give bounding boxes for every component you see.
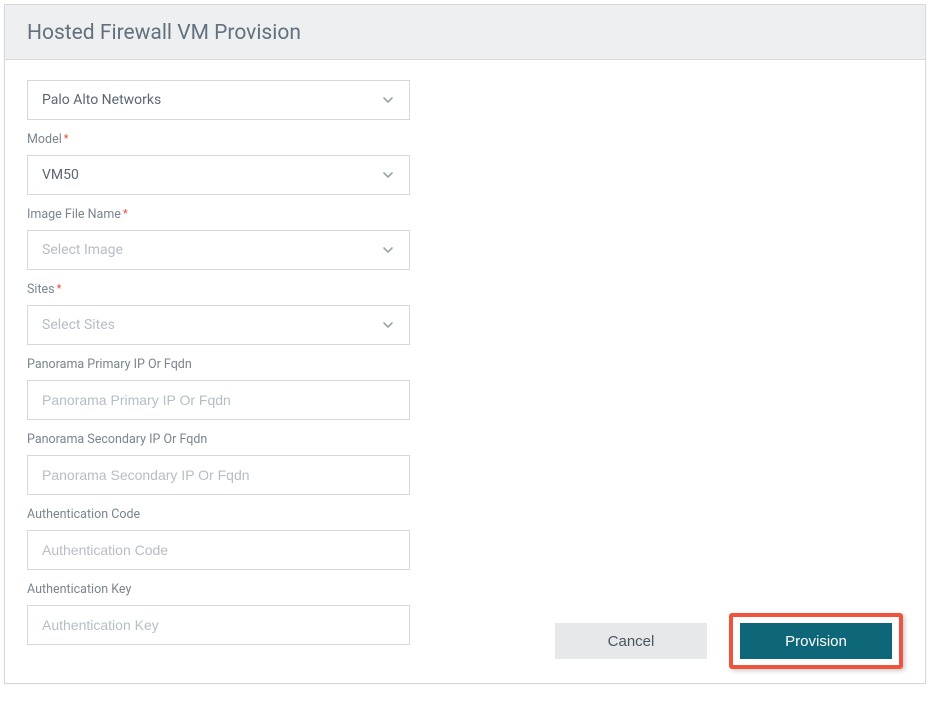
model-label-text: Model — [27, 132, 62, 147]
panorama-secondary-group: Panorama Secondary IP Or Fqdn — [27, 432, 903, 495]
vendor-group: Palo Alto Networks — [27, 80, 903, 120]
panorama-primary-input-wrap — [27, 380, 410, 420]
chevron-down-icon — [381, 243, 395, 257]
required-star-icon: * — [57, 282, 62, 295]
model-select[interactable]: VM50 — [27, 155, 410, 195]
sites-label: Sites* — [27, 282, 903, 297]
panorama-primary-label: Panorama Primary IP Or Fqdn — [27, 357, 903, 372]
vendor-select[interactable]: Palo Alto Networks — [27, 80, 410, 120]
panorama-secondary-input-wrap — [27, 455, 410, 495]
chevron-down-icon — [381, 318, 395, 332]
page-title: Hosted Firewall VM Provision — [27, 21, 903, 45]
auth-code-input[interactable] — [42, 531, 395, 569]
model-value: VM50 — [42, 167, 381, 183]
sites-select[interactable]: Select Sites — [27, 305, 410, 345]
auth-key-input-wrap — [27, 605, 410, 645]
vendor-value: Palo Alto Networks — [42, 92, 381, 108]
chevron-down-icon — [381, 93, 395, 107]
panorama-secondary-input[interactable] — [42, 456, 395, 494]
sites-label-text: Sites — [27, 282, 55, 297]
image-select[interactable]: Select Image — [27, 230, 410, 270]
image-placeholder: Select Image — [42, 242, 381, 258]
chevron-down-icon — [381, 168, 395, 182]
panorama-secondary-label: Panorama Secondary IP Or Fqdn — [27, 432, 903, 447]
sites-placeholder: Select Sites — [42, 317, 381, 333]
provision-panel: Hosted Firewall VM Provision Palo Alto N… — [4, 4, 926, 684]
panel-header: Hosted Firewall VM Provision — [5, 5, 925, 60]
auth-key-input[interactable] — [42, 606, 395, 644]
image-label-text: Image File Name — [27, 207, 121, 222]
panorama-primary-group: Panorama Primary IP Or Fqdn — [27, 357, 903, 420]
auth-code-group: Authentication Code — [27, 507, 903, 570]
provision-highlight: Provision — [729, 613, 903, 669]
cancel-button[interactable]: Cancel — [555, 623, 707, 659]
required-star-icon: * — [64, 132, 69, 145]
auth-key-label: Authentication Key — [27, 582, 903, 597]
auth-code-input-wrap — [27, 530, 410, 570]
footer-actions: Cancel Provision — [555, 613, 903, 669]
auth-code-label: Authentication Code — [27, 507, 903, 522]
model-group: Model* VM50 — [27, 132, 903, 195]
required-star-icon: * — [123, 207, 128, 220]
sites-group: Sites* Select Sites — [27, 282, 903, 345]
panorama-primary-input[interactable] — [42, 381, 395, 419]
form-body: Palo Alto Networks Model* VM50 Image Fil… — [5, 60, 925, 645]
image-label: Image File Name* — [27, 207, 903, 222]
image-group: Image File Name* Select Image — [27, 207, 903, 270]
model-label: Model* — [27, 132, 903, 147]
provision-button[interactable]: Provision — [740, 623, 892, 659]
